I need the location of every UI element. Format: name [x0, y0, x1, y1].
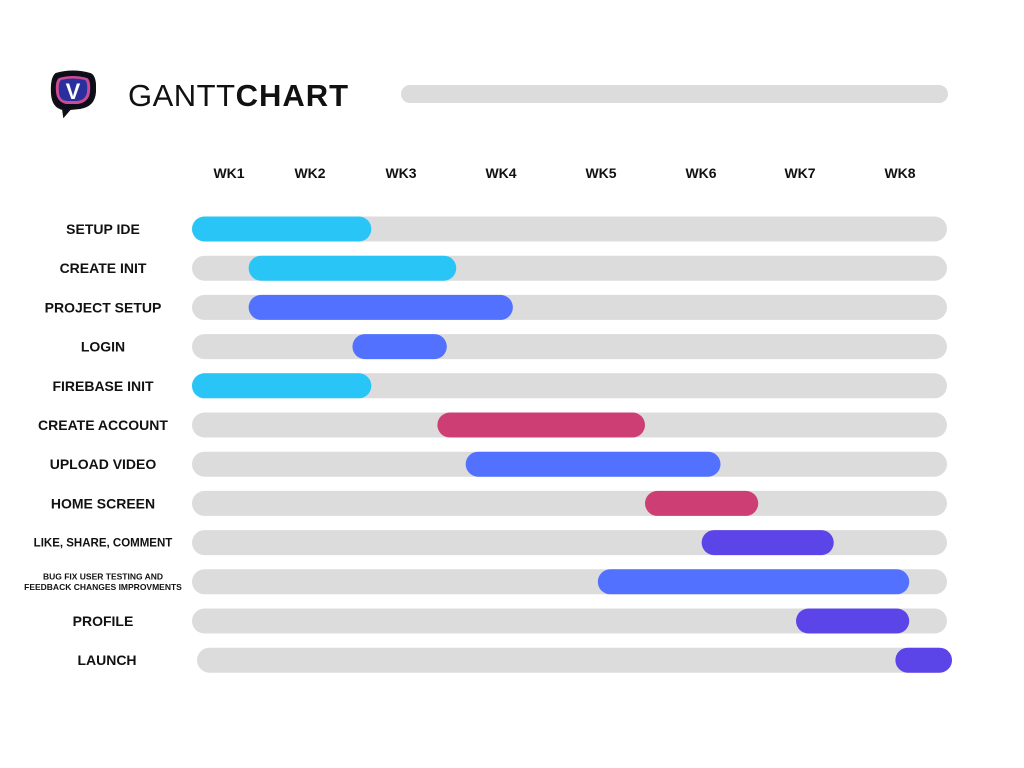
week-label-6: WK6 [685, 165, 716, 181]
task-row: FIREBASE INIT [52, 373, 947, 399]
task-label: FIREBASE INIT [52, 378, 154, 394]
week-axis: WK1 WK2 WK3 WK4 WK5 WK6 WK7 WK8 [213, 165, 915, 181]
task-bar [192, 373, 372, 399]
task-track [197, 647, 952, 673]
task-label: LIKE, SHARE, COMMENT [34, 538, 173, 550]
task-row: LIKE, SHARE, COMMENT [34, 530, 947, 556]
task-label: HOME SCREEN [51, 495, 155, 511]
week-label-2: WK2 [294, 165, 325, 181]
task-bar [701, 530, 834, 556]
gantt-chart: WK1 WK2 WK3 WK4 WK5 WK6 WK7 WK8 SETUP IDE CREATE… [24, 165, 952, 673]
task-bar [895, 647, 952, 673]
week-label-4: WK4 [485, 165, 516, 181]
week-label-8: WK8 [884, 165, 915, 181]
week-label-1: WK1 [213, 165, 244, 181]
task-bar [437, 412, 645, 438]
task-row: SETUP IDE [66, 216, 947, 242]
task-track [192, 490, 947, 516]
task-bar [248, 294, 513, 320]
task-bar [192, 216, 372, 242]
task-row: PROJECT SETUP [45, 294, 947, 320]
task-bar [465, 451, 721, 477]
task-label: LAUNCH [77, 652, 136, 668]
task-label: BUG FIX USER TESTING AND FEEDBACK CHANGES… [24, 572, 182, 593]
task-row: LAUNCH [77, 647, 952, 673]
week-label-5: WK5 [585, 165, 616, 181]
task-label: PROFILE [73, 613, 134, 629]
task-bar [352, 334, 447, 360]
task-row: CREATE ACCOUNT [38, 412, 947, 438]
task-label: LOGIN [81, 339, 125, 355]
task-bar [248, 255, 457, 281]
task-row: LOGIN [81, 334, 947, 360]
task-label: CREATE INIT [60, 260, 147, 276]
task-label: PROJECT SETUP [45, 299, 162, 315]
task-bar [597, 569, 910, 595]
task-rows: SETUP IDE CREATE INIT PROJECT SETUP LOGIN FI… [24, 216, 952, 673]
task-label: UPLOAD VIDEO [50, 456, 157, 472]
task-bar [796, 608, 910, 634]
task-label: CREATE ACCOUNT [38, 417, 168, 433]
task-row: PROFILE [73, 608, 947, 634]
task-row: BUG FIX USER TESTING AND FEEDBACK CHANGES… [24, 569, 947, 595]
task-label: SETUP IDE [66, 221, 140, 237]
task-track [192, 334, 947, 360]
week-label-3: WK3 [385, 165, 416, 181]
week-label-7: WK7 [784, 165, 815, 181]
task-bar [645, 490, 759, 516]
task-row: HOME SCREEN [51, 490, 947, 516]
task-row: UPLOAD VIDEO [50, 451, 947, 477]
task-row: CREATE INIT [60, 255, 947, 281]
